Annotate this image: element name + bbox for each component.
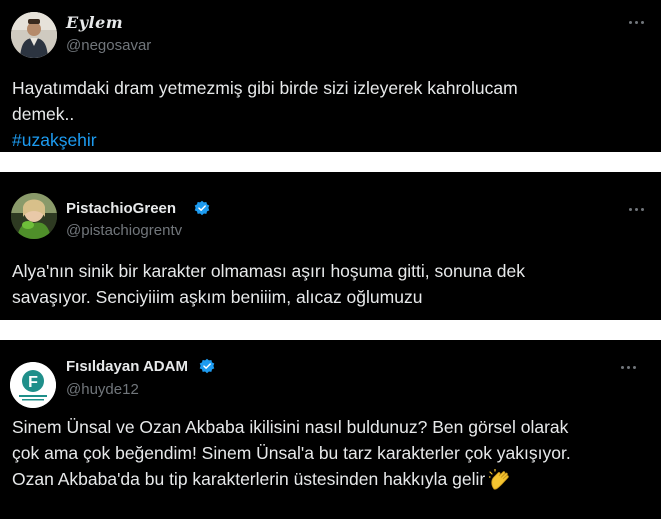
verified-badge-icon [194, 200, 210, 216]
display-name[interactable]: PistachioGreen [66, 200, 176, 217]
tweet-text-line: demek.. [12, 104, 75, 124]
tweet-text-line: Hayatımdaki dram yetmezmiş gibi birde si… [12, 78, 518, 98]
avatar[interactable]: F [10, 362, 56, 408]
avatar-logo-letter: F [28, 374, 38, 391]
tweet-text-line-with-emoji: Ozan Akbaba'da bu tip karakterlerin üste… [12, 466, 571, 492]
avatar[interactable] [11, 12, 57, 58]
tweet-card[interactable]: Eylem @negosavar Hayatımdaki dram yetmez… [0, 0, 661, 152]
person-avatar-icon [11, 12, 57, 58]
tweet-card[interactable]: PistachioGreen @pistachiogrentv Alya'nın… [0, 172, 661, 320]
more-options-icon[interactable] [627, 203, 647, 215]
avatar[interactable] [11, 193, 57, 239]
display-name[interactable]: Eylem [66, 13, 123, 32]
tweet-text-line: Alya'nın sinik bir karakter olmaması aşı… [12, 261, 526, 281]
user-handle[interactable]: @negosavar [66, 37, 151, 54]
tweet-text-line: çok ama çok beğendim! Sinem Ünsal'a bu t… [12, 443, 571, 463]
tweet-text: Sinem Ünsal ve Ozan Akbaba ikilisini nas… [12, 414, 571, 492]
user-handle[interactable]: @pistachiogrentv [66, 222, 182, 239]
display-name[interactable]: Fısıldayan ADAM [66, 358, 188, 375]
more-options-icon[interactable] [627, 16, 647, 28]
tweet-text-line: savaşıyor. Senciyiiim aşkım beniiim, alı… [12, 287, 423, 307]
tweet-text: Hayatımdaki dram yetmezmiş gibi birde si… [12, 75, 518, 153]
tweet-text-line: Sinem Ünsal ve Ozan Akbaba ikilisini nas… [12, 417, 569, 437]
clapping-hands-icon [489, 469, 509, 490]
fisildayan-logo-avatar-icon: F [10, 362, 56, 408]
tweet-text-line: Ozan Akbaba'da bu tip karakterlerin üste… [12, 469, 486, 489]
hashtag-link[interactable]: #uzakşehir [12, 127, 518, 153]
green-character-avatar-icon [11, 193, 57, 239]
more-options-icon[interactable] [619, 361, 639, 373]
tweet-card[interactable]: F Fısıldayan ADAM @huyde12 Sinem Ünsal v… [0, 340, 661, 519]
verified-badge-icon [199, 358, 215, 374]
user-handle[interactable]: @huyde12 [66, 381, 139, 398]
tweet-text: Alya'nın sinik bir karakter olmaması aşı… [12, 258, 525, 310]
